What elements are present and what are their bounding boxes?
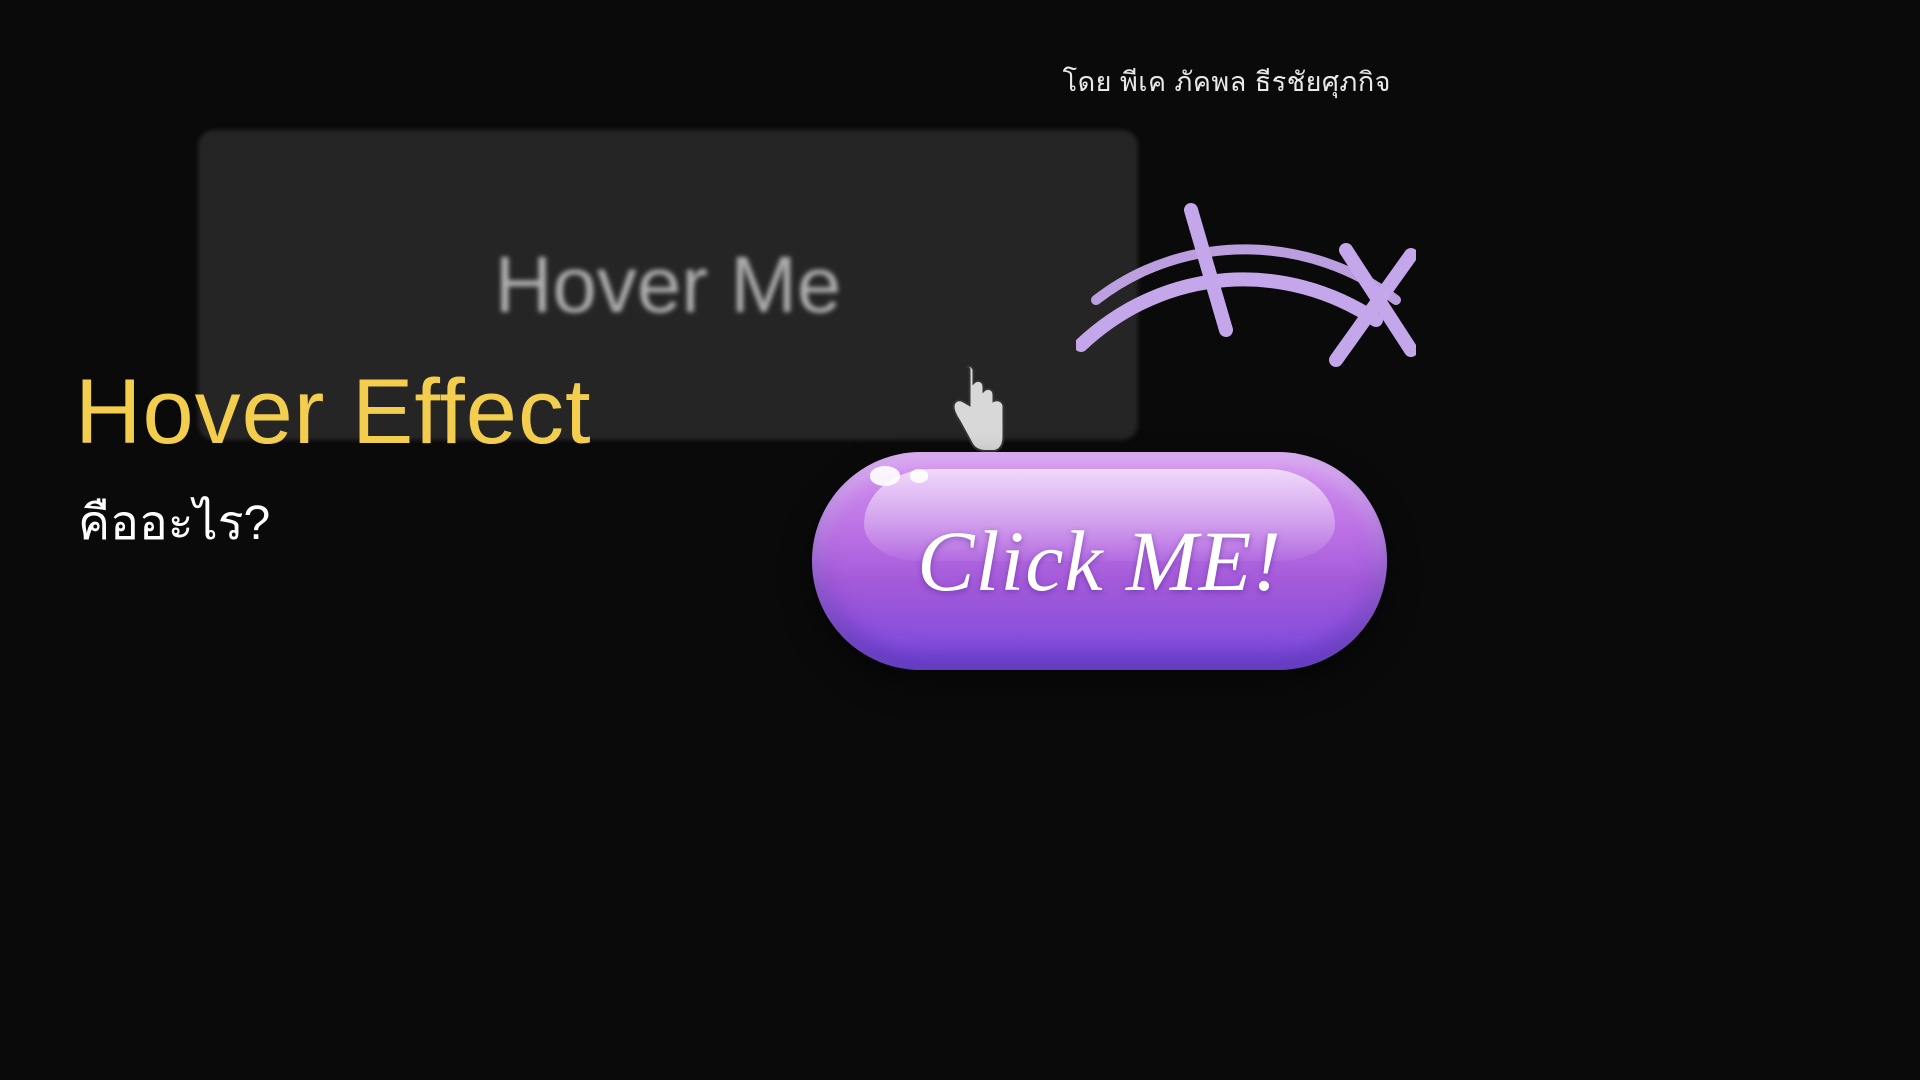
click-me-label: Click ME! [917,511,1282,611]
click-me-button[interactable]: Click ME! [812,452,1387,670]
sparkle-scribble-icon [1076,200,1416,450]
page-subtitle: คืออะไร? [78,485,270,561]
hover-me-label: Hover Me [495,239,842,331]
page-title: Hover Effect [75,360,592,465]
author-credit: โดย พีเค ภัคพล ธีรชัยศุภกิจ [1063,60,1391,103]
pointer-cursor-icon [945,365,1010,455]
button-shine-icon [870,466,928,486]
